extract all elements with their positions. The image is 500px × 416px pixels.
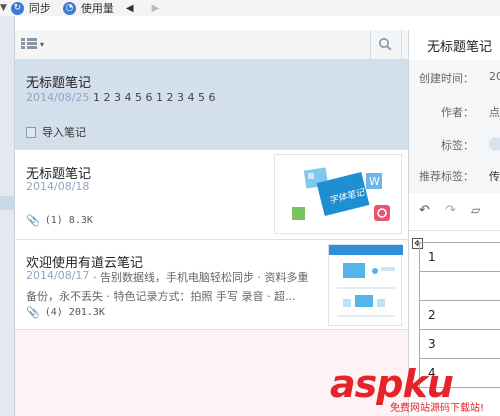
sync-button[interactable]: ↻ 同步	[10, 0, 51, 16]
notebook-sidebar[interactable]	[0, 16, 15, 416]
note-attachment-info: 📎 (4) 201.3K	[26, 306, 105, 319]
table-cell[interactable]: 1	[419, 242, 500, 272]
editor-toolbar: ↶ ↷ ▱	[409, 193, 500, 231]
note-list-item[interactable]: 无标题笔记 2014/08/25 1 2 3 4 5 6 1 2 3 4 5 6…	[15, 60, 408, 150]
back-arrow-icon[interactable]: ◀	[126, 3, 134, 14]
table-cell[interactable]: 2	[419, 300, 500, 330]
note-size: 8.3K	[68, 215, 93, 226]
note-list-item[interactable]: 欢迎使用有道云笔记 2014/08/17 · 告别数据线，手机电脑轻松同步 · …	[15, 240, 408, 330]
note-thumbnail: 字体笔记 W	[274, 154, 402, 234]
table-cell[interactable]	[419, 271, 500, 301]
top-toolbar: ▼ ↻ 同步 ◔ 使用量 ◀ ▶	[0, 0, 500, 16]
editor-pane: 无标题笔记 创建时间： 20 作者： 点 标签： 推荐标签： 传 ↶ ↷ ▱ ✥…	[408, 30, 500, 416]
import-note-link[interactable]: 导入笔记	[26, 124, 86, 140]
add-tag-icon[interactable]	[489, 137, 500, 151]
note-snippet-line2: 备份，永不丢失 · 特色记录方式：拍照 手写 录音 · 超...	[26, 290, 296, 303]
author-label: 作者：	[441, 106, 474, 119]
redo-icon[interactable]: ↷	[445, 203, 456, 218]
note-size: 201.3K	[68, 307, 105, 318]
watermark-subtitle: 免费网站源码下载站!	[390, 403, 485, 414]
note-thumbnail	[328, 244, 403, 326]
paperclip-icon: 📎	[26, 306, 40, 319]
table-cell[interactable]: 3	[419, 329, 500, 359]
attachment-count: (1)	[44, 215, 63, 226]
note-list-item[interactable]: 无标题笔记 2014/08/18 📎 (1) 8.3K 字体笔记 W	[15, 150, 408, 240]
note-date: 2014/08/17	[26, 269, 90, 282]
recommended-tags-label: 推荐标签：	[419, 170, 474, 183]
undo-icon[interactable]: ↶	[419, 203, 430, 218]
created-time-value: 20	[489, 70, 500, 83]
note-thumbnail-image: 字体笔记 W	[292, 167, 390, 221]
usage-icon: ◔	[62, 1, 76, 15]
note-date: 2014/08/25	[26, 91, 90, 104]
tags-label: 标签：	[441, 139, 474, 152]
note-list-header: ▾ ▾	[15, 30, 412, 60]
view-mode-caret-icon: ▾	[40, 39, 45, 49]
usage-label: 使用量	[80, 2, 114, 15]
divider	[370, 30, 371, 60]
created-time-label: 创建时间：	[419, 72, 474, 85]
sidebar-selected-marker	[0, 196, 15, 210]
search-icon[interactable]	[378, 37, 392, 51]
note-title: 无标题笔记	[26, 76, 92, 91]
note-thumbnail-image	[329, 245, 403, 317]
svg-text:W: W	[369, 175, 380, 188]
author-value[interactable]: 点	[489, 104, 500, 120]
note-snippet: 1 2 3 4 5 6 1 2 3 4 5 6	[93, 91, 216, 104]
usage-button[interactable]: ◔ 使用量	[62, 0, 114, 16]
editor-title[interactable]: 无标题笔记	[427, 36, 492, 55]
forward-arrow-icon[interactable]: ▶	[152, 3, 160, 14]
paperclip-icon: 📎	[26, 214, 40, 227]
note-snippet-line1: · 告别数据线，手机电脑轻松同步 · 资料多重	[93, 271, 309, 284]
view-mode-button[interactable]: ▾	[21, 38, 44, 50]
note-attachment-info: 📎 (1) 8.3K	[26, 214, 93, 227]
chevron-down-icon[interactable]: ▼	[0, 3, 7, 13]
sync-icon: ↻	[10, 1, 24, 15]
sync-label: 同步	[28, 2, 51, 15]
divider	[401, 30, 402, 60]
import-note-icon	[26, 126, 36, 138]
note-date: 2014/08/18	[26, 180, 90, 193]
recommended-tag[interactable]: 传	[489, 168, 500, 184]
import-note-label: 导入笔记	[42, 126, 86, 139]
attachment-count: (4)	[44, 307, 63, 318]
list-view-icon	[21, 38, 37, 50]
format-brush-icon[interactable]: ▱	[471, 203, 480, 217]
